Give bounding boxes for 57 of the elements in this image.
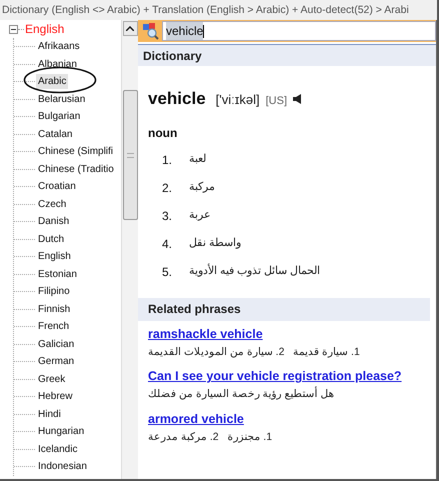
translation-text: هل أستطيع رؤية رخصة السيارة من فضلك	[148, 387, 335, 402]
tree-item[interactable]: Hebrew	[36, 389, 74, 404]
caret-up-icon	[126, 26, 134, 31]
title-bar: Dictionary (English <> Arabic) + Translation (English > Arabic) + Auto-detect(52) > Arabi	[0, 0, 437, 20]
collapse-toggle-icon[interactable]	[9, 24, 18, 34]
tree-item[interactable]: Czech	[36, 196, 68, 212]
search-field[interactable]: vehicle	[162, 21, 436, 41]
tree-item[interactable]: French	[36, 319, 72, 334]
tree-item[interactable]: Galician	[36, 336, 76, 352]
tree-item[interactable]: Bulgarian	[36, 109, 82, 124]
sense-number: 3.	[162, 208, 174, 224]
tree-item[interactable]: Estonian	[36, 266, 79, 282]
tree-item[interactable]: Albanian	[36, 56, 79, 72]
phrase-link[interactable]: armored vehicle	[148, 410, 244, 428]
sense-number: 1.	[162, 152, 174, 168]
sense-text: الحمال سائل تذوب فيه الأدوية	[189, 263, 320, 280]
tree-item[interactable]: Finnish	[36, 302, 72, 317]
tree-item[interactable]: English	[24, 20, 66, 38]
sense-text: واسطة نقل	[189, 236, 242, 252]
sense-text: عربة	[189, 208, 211, 224]
tree-item[interactable]: Belarusian	[36, 92, 88, 107]
tree-item[interactable]: Greek	[36, 372, 68, 387]
tree-item[interactable]: Croatian	[36, 179, 78, 194]
tree-item[interactable]: Danish	[36, 214, 72, 230]
region-label: [US]	[266, 94, 288, 109]
tree-item[interactable]: German	[36, 354, 76, 370]
tree-item[interactable]: English	[36, 249, 73, 264]
scroll-thumb[interactable]	[122, 90, 138, 220]
tree-item[interactable]: Afrikaans	[36, 39, 82, 54]
phonetic: ['viːɪkəl]	[216, 91, 260, 109]
section-header: Dictionary	[138, 44, 436, 66]
tree-item[interactable]: Catalan	[36, 126, 74, 142]
sense-text: لعبة	[189, 152, 206, 168]
tree-item[interactable]: Chinese (Traditio	[36, 162, 116, 177]
sense-number: 2.	[162, 180, 174, 196]
part-of-speech: noun	[147, 124, 178, 142]
tree-item[interactable]: Hungarian	[36, 424, 86, 440]
speaker-icon[interactable]	[293, 94, 302, 104]
sense-number: 5.	[162, 264, 174, 280]
tree-item[interactable]: Icelandic	[36, 442, 80, 457]
scrollbar[interactable]	[121, 20, 138, 479]
section-header: Related phrases	[138, 298, 430, 320]
phrase-link[interactable]: ramshackle vehicle	[148, 324, 263, 342]
tree-item[interactable]: Chinese (Simplifi	[36, 144, 116, 160]
tree-item[interactable]: Dutch	[36, 232, 66, 247]
translation-text: 1. مجنزرة 2. مركبة مدرعة	[148, 430, 272, 445]
translation-text: 1. سيارة قديمة 2. سيارة من الموديلات القديمة	[148, 344, 360, 360]
tree-item[interactable]: Arabic	[36, 74, 68, 90]
scroll-up-button[interactable]	[122, 21, 138, 36]
tree-item[interactable]: Hindi	[36, 406, 63, 422]
search-logo-icon[interactable]	[141, 22, 159, 40]
sense-number: 4.	[162, 236, 174, 252]
sense-text: مركبة	[189, 180, 215, 196]
headword: vehicle	[148, 88, 206, 110]
tree-item[interactable]: Indonesian	[36, 459, 89, 474]
phrase-link[interactable]: Can I see your vehicle registration please?	[148, 367, 402, 386]
tree-item[interactable]: Filipino	[36, 284, 72, 300]
